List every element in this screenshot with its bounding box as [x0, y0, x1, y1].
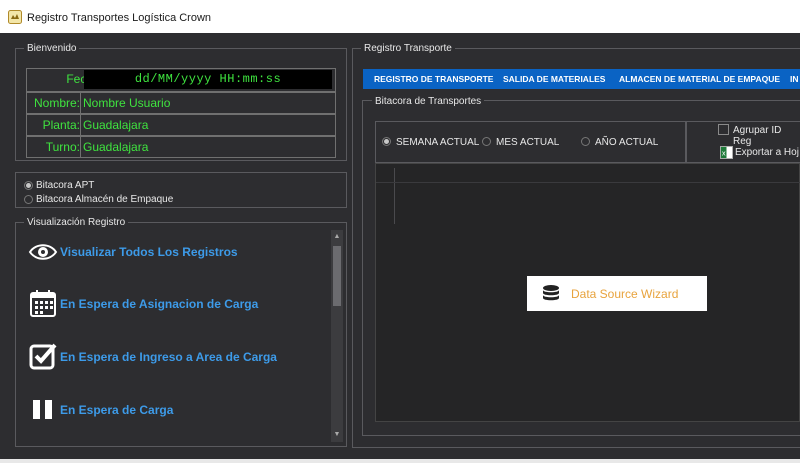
radio-ano-actual-label[interactable]: AÑO ACTUAL: [595, 137, 658, 148]
plant-value: Guadalajara: [83, 118, 149, 132]
nav-waiting-assignment-label[interactable]: En Espera de Asignacion de Carga: [60, 297, 258, 311]
radio-bitacora-empaque[interactable]: [24, 195, 33, 204]
nav-waiting-load-label[interactable]: En Espera de Carga: [60, 403, 173, 417]
separator: [80, 115, 81, 135]
radio-bitacora-apt-label[interactable]: Bitacora APT: [36, 180, 94, 191]
dashboard-guide: [394, 168, 395, 224]
shift-value: Guadalajara: [83, 140, 149, 154]
group-id-checkbox[interactable]: [718, 124, 729, 135]
radio-ano-actual[interactable]: [581, 137, 590, 146]
calendar-icon: [30, 290, 56, 317]
name-row: Nombre: Nombre Usuario: [26, 92, 336, 114]
radio-bitacora-apt[interactable]: [24, 181, 33, 190]
window-title: Registro Transportes Logística Crown: [27, 12, 212, 24]
nav-view-all-label[interactable]: Visualizar Todos Los Registros: [60, 245, 238, 259]
view-title: Visualización Registro: [24, 216, 129, 229]
group-id-label[interactable]: Agrupar ID Reg: [733, 125, 800, 147]
scroll-thumb[interactable]: [333, 246, 341, 306]
export-excel-button[interactable]: Exportar a Hoj: [735, 147, 799, 158]
radio-semana-actual-label[interactable]: SEMANA ACTUAL: [396, 137, 479, 148]
tab-salida-materiales[interactable]: SALIDA DE MATERIALES: [503, 74, 605, 84]
shift-row: Turno: Guadalajara: [26, 136, 336, 158]
data-source-wizard-button[interactable]: Data Source Wizard: [527, 276, 707, 311]
separator: [80, 93, 81, 113]
radio-mes-actual-label[interactable]: MES ACTUAL: [496, 137, 559, 148]
data-source-wizard-label[interactable]: Data Source Wizard: [571, 287, 678, 301]
scroll-up-icon[interactable]: ▲: [333, 233, 341, 241]
title-bar: Registro Transportes Logística Crown: [0, 0, 800, 33]
name-value: Nombre Usuario: [83, 96, 171, 110]
checkbox-icon: [29, 343, 57, 370]
tab-almacen-empaque[interactable]: ALMACEN DE MATERIAL DE EMPAQUE: [619, 74, 780, 84]
radio-bitacora-empaque-label[interactable]: Bitacora Almacén de Empaque: [36, 194, 173, 205]
tab-strip: REGISTRO DE TRANSPORTE SALIDA DE MATERIA…: [363, 69, 800, 89]
plant-label: Planta:: [42, 118, 80, 132]
transport-title: Registro Transporte: [361, 42, 455, 55]
scroll-down-icon[interactable]: ▼: [333, 431, 341, 439]
tab-registro-transporte[interactable]: REGISTRO DE TRANSPORTE: [374, 74, 493, 84]
radio-semana-actual[interactable]: [382, 137, 391, 146]
eye-icon: [28, 244, 58, 260]
radio-mes-actual[interactable]: [482, 137, 491, 146]
nav-waiting-entry-label[interactable]: En Espera de Ingreso a Area de Carga: [60, 350, 277, 364]
pause-icon: [33, 400, 52, 419]
svg-text:x: x: [722, 148, 726, 157]
welcome-title: Bienvenido: [24, 42, 80, 55]
plant-row: Planta: Guadalajara: [26, 114, 336, 136]
dashboard-guide: [376, 182, 800, 183]
shift-label: Turno:: [45, 140, 80, 154]
database-icon: [543, 285, 559, 301]
taskbar-edge: [0, 459, 800, 463]
excel-icon[interactable]: x: [720, 146, 733, 159]
tab-more[interactable]: IN: [790, 74, 799, 84]
separator: [80, 137, 81, 157]
name-label: Nombre:: [33, 96, 80, 110]
app-icon: [8, 10, 22, 24]
log-title: Bitacora de Transportes: [372, 96, 485, 107]
nav-scrollbar[interactable]: ▲ ▼: [331, 230, 343, 442]
datetime-display: dd/MM/yyyy HH:mm:ss: [84, 70, 332, 89]
